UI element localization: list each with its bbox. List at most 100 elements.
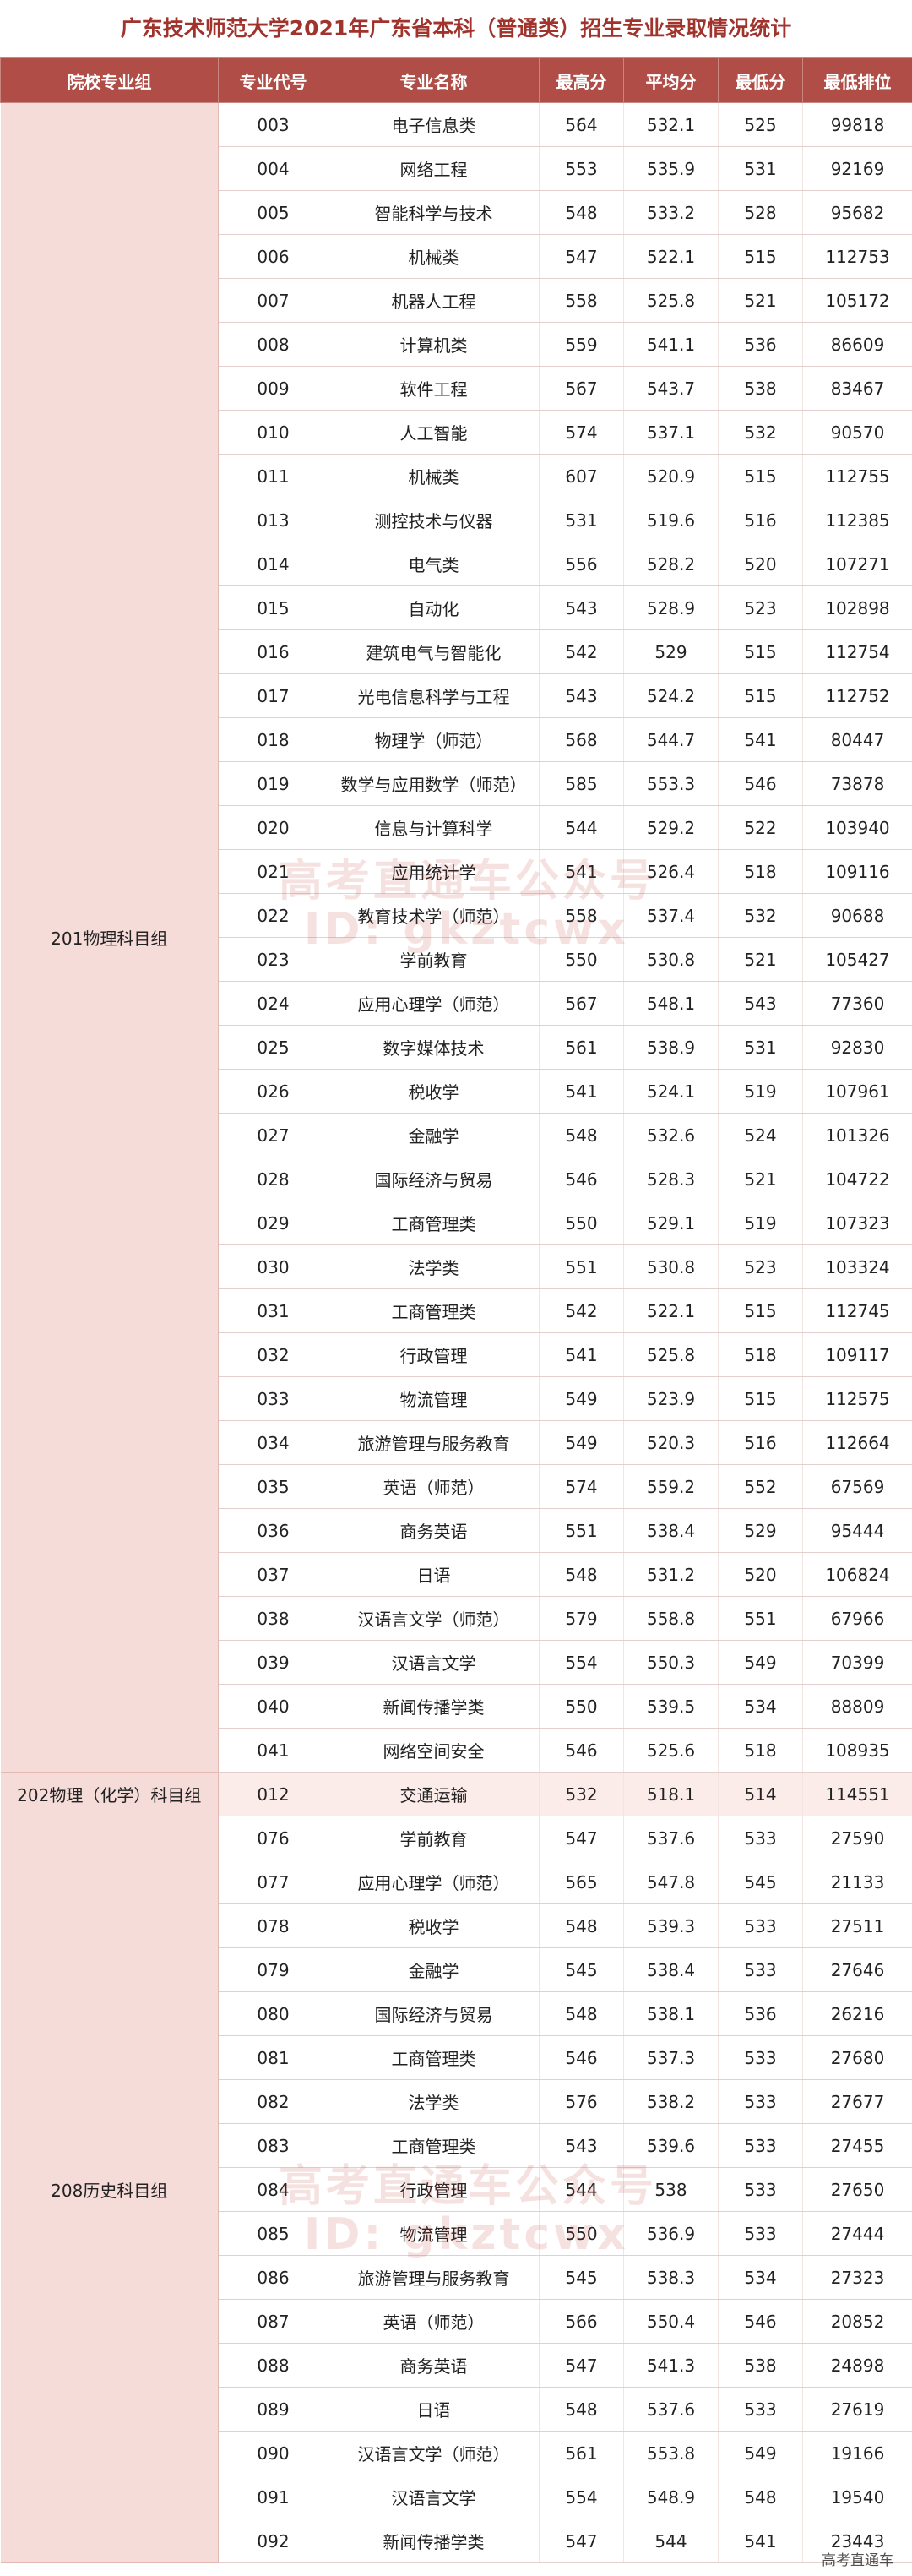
code-cell: 081: [218, 2035, 328, 2080]
min-score-cell: 548: [718, 2475, 803, 2519]
major-cell: 法学类: [328, 2079, 540, 2124]
major-cell: 建筑电气与智能化: [328, 629, 540, 674]
min-rank-cell: 103940: [802, 805, 912, 850]
major-cell: 商务英语: [328, 2343, 540, 2388]
header-min-rank: 最低排位: [802, 57, 912, 103]
min-score-cell: 529: [718, 1508, 803, 1553]
min-rank-cell: 112752: [802, 673, 912, 718]
min-rank-cell: 20852: [802, 2299, 912, 2344]
major-cell: 行政管理: [328, 2167, 540, 2212]
min-score-cell: 523: [718, 585, 803, 630]
min-rank-cell: 27444: [802, 2211, 912, 2256]
code-cell: 003: [218, 102, 328, 147]
max-score-cell: 543: [539, 673, 624, 718]
major-cell: 机械类: [328, 234, 540, 279]
header-code: 专业代号: [218, 57, 328, 103]
major-cell: 网络空间安全: [328, 1728, 540, 1773]
min-rank-cell: 109117: [802, 1332, 912, 1377]
min-rank-cell: 27590: [802, 1816, 912, 1860]
max-score-cell: 541: [539, 1069, 624, 1114]
code-cell: 025: [218, 1025, 328, 1070]
major-cell: 新闻传播学类: [328, 2519, 540, 2563]
avg-score-cell: 529.2: [623, 805, 719, 850]
min-rank-cell: 105427: [802, 937, 912, 982]
avg-score-cell: 530.8: [623, 1244, 719, 1289]
min-rank-cell: 77360: [802, 981, 912, 1026]
code-cell: 030: [218, 1244, 328, 1289]
max-score-cell: 546: [539, 1728, 624, 1773]
min-score-cell: 552: [718, 1464, 803, 1509]
max-score-cell: 549: [539, 1376, 624, 1421]
avg-score-cell: 539.6: [623, 2123, 719, 2168]
min-rank-cell: 104722: [802, 1157, 912, 1201]
code-cell: 034: [218, 1420, 328, 1465]
code-cell: 088: [218, 2343, 328, 2388]
min-rank-cell: 99818: [802, 102, 912, 147]
max-score-cell: 576: [539, 2079, 624, 2124]
code-cell: 086: [218, 2255, 328, 2300]
min-rank-cell: 83467: [802, 366, 912, 411]
min-score-cell: 536: [718, 1991, 803, 2036]
max-score-cell: 574: [539, 410, 624, 455]
page-title: 广东技术师范大学2021年广东省本科（普通类）招生专业录取情况统计: [0, 0, 912, 57]
max-score-cell: 561: [539, 1025, 624, 1070]
avg-score-cell: 541.3: [623, 2343, 719, 2388]
min-rank-cell: 112664: [802, 1420, 912, 1465]
min-rank-cell: 26216: [802, 1991, 912, 2036]
code-cell: 016: [218, 629, 328, 674]
max-score-cell: 549: [539, 1420, 624, 1465]
min-score-cell: 518: [718, 849, 803, 894]
major-cell: 旅游管理与服务教育: [328, 2255, 540, 2300]
min-score-cell: 521: [718, 278, 803, 323]
min-score-cell: 520: [718, 1552, 803, 1597]
max-score-cell: 554: [539, 2475, 624, 2519]
avg-score-cell: 544.7: [623, 717, 719, 762]
avg-score-cell: 522.1: [623, 1288, 719, 1333]
avg-score-cell: 550.4: [623, 2299, 719, 2344]
code-cell: 085: [218, 2211, 328, 2256]
code-cell: 028: [218, 1157, 328, 1201]
max-score-cell: 561: [539, 2431, 624, 2475]
major-cell: 英语（师范）: [328, 1464, 540, 1509]
avg-score-cell: 518.1: [623, 1772, 719, 1816]
avg-score-cell: 541.1: [623, 322, 719, 367]
min-rank-cell: 106824: [802, 1552, 912, 1597]
max-score-cell: 542: [539, 629, 624, 674]
min-score-cell: 523: [718, 1244, 803, 1289]
avg-score-cell: 523.9: [623, 1376, 719, 1421]
major-cell: 机械类: [328, 454, 540, 498]
code-cell: 011: [218, 454, 328, 498]
avg-score-cell: 543.7: [623, 366, 719, 411]
avg-score-cell: 553.3: [623, 761, 719, 806]
min-rank-cell: 27455: [802, 2123, 912, 2168]
code-cell: 015: [218, 585, 328, 630]
avg-score-cell: 537.6: [623, 1816, 719, 1860]
major-cell: 机器人工程: [328, 278, 540, 323]
min-score-cell: 538: [718, 366, 803, 411]
code-cell: 041: [218, 1728, 328, 1773]
max-score-cell: 543: [539, 2123, 624, 2168]
min-rank-cell: 108935: [802, 1728, 912, 1773]
max-score-cell: 543: [539, 585, 624, 630]
min-score-cell: 538: [718, 2343, 803, 2388]
major-cell: 电子信息类: [328, 102, 540, 147]
code-cell: 091: [218, 2475, 328, 2519]
major-cell: 英语（师范）: [328, 2299, 540, 2344]
max-score-cell: 551: [539, 1244, 624, 1289]
code-cell: 018: [218, 717, 328, 762]
max-score-cell: 558: [539, 278, 624, 323]
admissions-table: 院校专业组 专业代号 专业名称 最高分 平均分 最低分 最低排位 201物理科目…: [0, 57, 912, 2563]
code-cell: 008: [218, 322, 328, 367]
min-rank-cell: 67569: [802, 1464, 912, 1509]
major-cell: 物流管理: [328, 2211, 540, 2256]
group-cell: 208历史科目组: [0, 1816, 219, 2563]
min-score-cell: 541: [718, 2519, 803, 2563]
min-rank-cell: 19166: [802, 2431, 912, 2475]
min-score-cell: 534: [718, 2255, 803, 2300]
avg-score-cell: 559.2: [623, 1464, 719, 1509]
code-cell: 087: [218, 2299, 328, 2344]
code-cell: 021: [218, 849, 328, 894]
avg-score-cell: 553.8: [623, 2431, 719, 2475]
max-score-cell: 556: [539, 542, 624, 586]
avg-score-cell: 538.4: [623, 1508, 719, 1553]
